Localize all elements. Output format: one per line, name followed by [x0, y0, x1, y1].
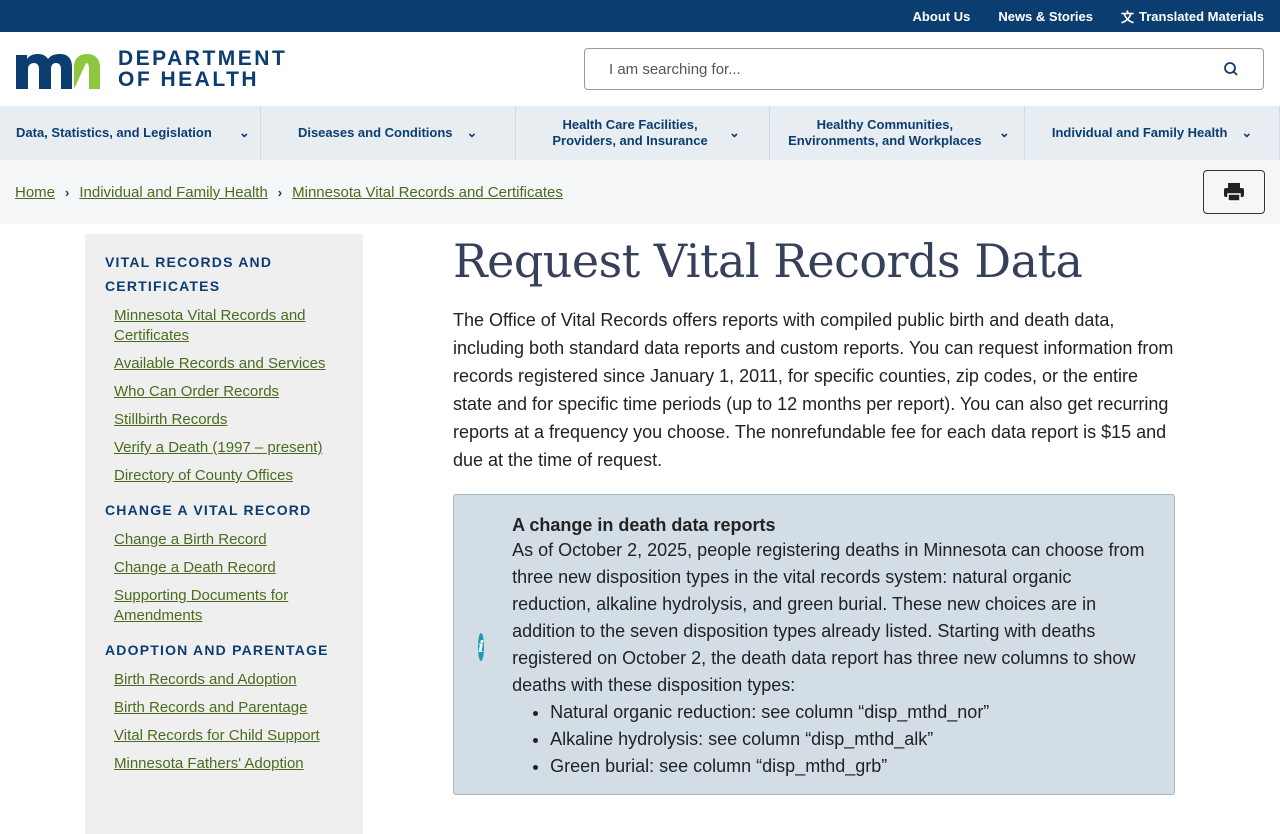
- breadcrumb-bar: Home › Individual and Family Health › Minn…: [0, 160, 1280, 224]
- nav-health-care[interactable]: Health Care Facilities, Providers, and I…: [516, 106, 771, 160]
- news-stories-link[interactable]: News & Stories: [998, 9, 1093, 24]
- translated-materials-link[interactable]: 文 Translated Materials: [1121, 7, 1264, 26]
- info-callout: i A change in death data reports As of O…: [453, 494, 1175, 795]
- sidebar-link[interactable]: Change a Birth Record: [105, 530, 343, 550]
- search-placeholder: I am searching for...: [609, 60, 741, 78]
- search-icon[interactable]: [1223, 61, 1239, 77]
- sidebar-link[interactable]: Minnesota Fathers' Adoption: [105, 754, 343, 774]
- logo-line1: DEPARTMENT: [118, 47, 288, 70]
- nav-healthy-communities[interactable]: Healthy Communities, Environments, and W…: [770, 106, 1026, 160]
- breadcrumb: Home › Individual and Family Health › Minn…: [15, 184, 563, 201]
- sidebar-link[interactable]: Minnesota Vital Records and Certificates: [105, 306, 343, 346]
- list-item: Alkaline hydrolysis: see column “disp_mt…: [550, 726, 1154, 753]
- sidebar-link[interactable]: Birth Records and Adoption: [105, 670, 343, 690]
- nav-label: Health Care Facilities, Providers, and I…: [552, 117, 708, 148]
- main-content: Request Vital Records Data The Office of…: [453, 224, 1175, 834]
- chevron-down-icon: ⌄: [238, 125, 250, 140]
- nav-label: Healthy Communities, Environments, and W…: [788, 117, 982, 148]
- sidebar-heading: CHANGE A VITAL RECORD: [105, 502, 312, 518]
- site-header: DEPARTMENT OF HEALTH I am searching for..…: [0, 32, 1280, 106]
- chevron-down-icon: ⌄: [466, 125, 478, 140]
- sidebar-link[interactable]: Directory of County Offices: [105, 466, 343, 486]
- chevron-down-icon: ⌄: [998, 125, 1010, 140]
- sidebar-nav: VITAL RECORDS AND CERTIFICATES Minnesota …: [85, 234, 363, 834]
- print-button[interactable]: [1203, 170, 1265, 214]
- sidebar-link[interactable]: Change a Death Record: [105, 558, 343, 578]
- about-us-link[interactable]: About Us: [913, 9, 971, 24]
- sidebar-heading: VITAL RECORDS AND CERTIFICATES: [105, 254, 273, 294]
- sidebar-link[interactable]: Available Records and Services: [105, 354, 343, 374]
- callout-list: Natural organic reduction: see column “d…: [512, 699, 1154, 780]
- callout-body: As of October 2, 2025, people registerin…: [512, 540, 1145, 695]
- sidebar-link[interactable]: Vital Records for Child Support: [105, 726, 343, 746]
- nav-label: Data, Statistics, and Legislation: [16, 125, 212, 140]
- callout-title: A change in death data reports: [512, 515, 776, 535]
- nav-diseases[interactable]: Diseases and Conditions ⌄: [261, 106, 516, 160]
- sidebar-link[interactable]: Supporting Documents for Amendments: [105, 586, 343, 626]
- utility-bar: About Us News & Stories 文 Translated Mate…: [0, 0, 1280, 32]
- print-icon: [1224, 183, 1244, 202]
- list-item: Green burial: see column “disp_mthd_grb”: [550, 753, 1154, 780]
- chevron-right-icon: ›: [277, 184, 283, 200]
- logo-line2: OF HEALTH: [118, 68, 260, 91]
- sidebar-link[interactable]: Who Can Order Records: [105, 382, 343, 402]
- nav-individual-family[interactable]: Individual and Family Health ⌄: [1025, 106, 1280, 160]
- sidebar-link[interactable]: Birth Records and Parentage: [105, 698, 343, 718]
- sidebar-group: VITAL RECORDS AND CERTIFICATES Minnesota …: [105, 250, 343, 486]
- breadcrumb-individual-family[interactable]: Individual and Family Health: [79, 184, 267, 201]
- info-icon: i: [478, 632, 485, 661]
- sidebar-link[interactable]: Stillbirth Records: [105, 410, 343, 430]
- search-input[interactable]: I am searching for...: [584, 48, 1264, 90]
- sidebar-heading: ADOPTION AND PARENTAGE: [105, 642, 329, 658]
- breadcrumb-home[interactable]: Home: [15, 184, 55, 201]
- translate-icon: 文: [1120, 9, 1134, 25]
- sidebar-link[interactable]: Verify a Death (1997 – present): [105, 438, 343, 458]
- intro-paragraph: The Office of Vital Records offers repor…: [453, 310, 1174, 470]
- chevron-down-icon: ⌄: [1241, 125, 1253, 140]
- breadcrumb-vital-records[interactable]: Minnesota Vital Records and Certificates: [292, 184, 563, 201]
- list-item: Natural organic reduction: see column “d…: [550, 699, 1154, 726]
- mn-logo-icon: [16, 54, 100, 89]
- chevron-right-icon: ›: [65, 184, 70, 200]
- translated-materials-label: Translated Materials: [1139, 8, 1264, 24]
- nav-label: Individual and Family Health: [1051, 125, 1228, 140]
- mdh-logo[interactable]: DEPARTMENT OF HEALTH: [16, 48, 287, 90]
- nav-data-statistics[interactable]: Data, Statistics, and Legislation ⌄: [0, 106, 261, 160]
- sidebar-group: ADOPTION AND PARENTAGE Birth Records and …: [105, 638, 343, 774]
- page-title: Request Vital Records Data: [453, 234, 1083, 288]
- chevron-down-icon: ⌄: [729, 125, 740, 140]
- main-nav: Data, Statistics, and Legislation ⌄ Disea…: [0, 106, 1280, 160]
- nav-label: Diseases and Conditions: [297, 125, 453, 140]
- sidebar-group: CHANGE A VITAL RECORD Change a Birth Reco…: [105, 498, 343, 626]
